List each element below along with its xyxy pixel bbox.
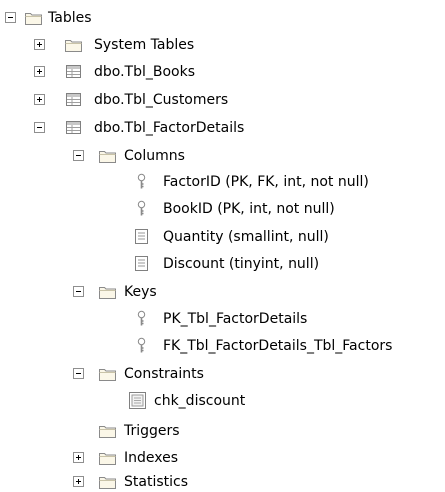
collapse-toggle[interactable]	[34, 122, 45, 133]
collapse-toggle[interactable]	[73, 150, 84, 161]
collapse-toggle[interactable]	[73, 286, 84, 297]
node-label: chk_discount	[154, 393, 246, 409]
table-icon	[64, 119, 83, 136]
node-label: Tables	[48, 10, 92, 26]
node-label: Keys	[124, 284, 157, 300]
column-icon	[132, 255, 151, 272]
key-icon	[132, 173, 151, 190]
key-icon	[132, 310, 151, 327]
expand-toggle[interactable]	[73, 476, 84, 487]
table-icon	[64, 63, 83, 80]
node-label: Indexes	[124, 450, 179, 466]
node-label: dbo.Tbl_Books	[94, 64, 196, 80]
expand-toggle[interactable]	[73, 452, 84, 463]
object-explorer-tree: Tables System Tables dbo.Tbl_Books dbo.T…	[0, 0, 445, 492]
folder-icon	[98, 449, 117, 466]
key-icon	[132, 337, 151, 354]
node-label: Quantity (smallint, null)	[163, 229, 329, 245]
folder-icon	[98, 422, 117, 439]
expand-toggle[interactable]	[34, 94, 45, 105]
node-label: Constraints	[124, 366, 204, 382]
node-label: Triggers	[124, 423, 180, 439]
node-label: FactorID (PK, FK, int, not null)	[163, 174, 369, 190]
collapse-toggle[interactable]	[73, 368, 84, 379]
constraint-icon	[128, 392, 147, 409]
collapse-toggle[interactable]	[5, 12, 16, 23]
node-label: Columns	[124, 148, 185, 164]
folder-icon	[98, 283, 117, 300]
folder-icon	[24, 9, 43, 26]
node-label: Discount (tinyint, null)	[163, 256, 320, 272]
node-label: dbo.Tbl_Customers	[94, 92, 229, 108]
column-icon	[132, 228, 151, 245]
node-label: FK_Tbl_FactorDetails_Tbl_Factors	[163, 338, 393, 354]
key-icon	[132, 200, 151, 217]
node-label: dbo.Tbl_FactorDetails	[94, 120, 245, 136]
folder-icon	[98, 473, 117, 490]
node-label: System Tables	[94, 37, 195, 53]
table-icon	[64, 91, 83, 108]
node-label: Statistics	[124, 474, 188, 490]
node-label: PK_Tbl_FactorDetails	[163, 311, 308, 327]
expand-toggle[interactable]	[34, 39, 45, 50]
expand-toggle[interactable]	[34, 66, 45, 77]
folder-icon	[98, 365, 117, 382]
folder-icon	[64, 36, 83, 53]
node-label: BookID (PK, int, not null)	[163, 201, 335, 217]
folder-icon	[98, 147, 117, 164]
